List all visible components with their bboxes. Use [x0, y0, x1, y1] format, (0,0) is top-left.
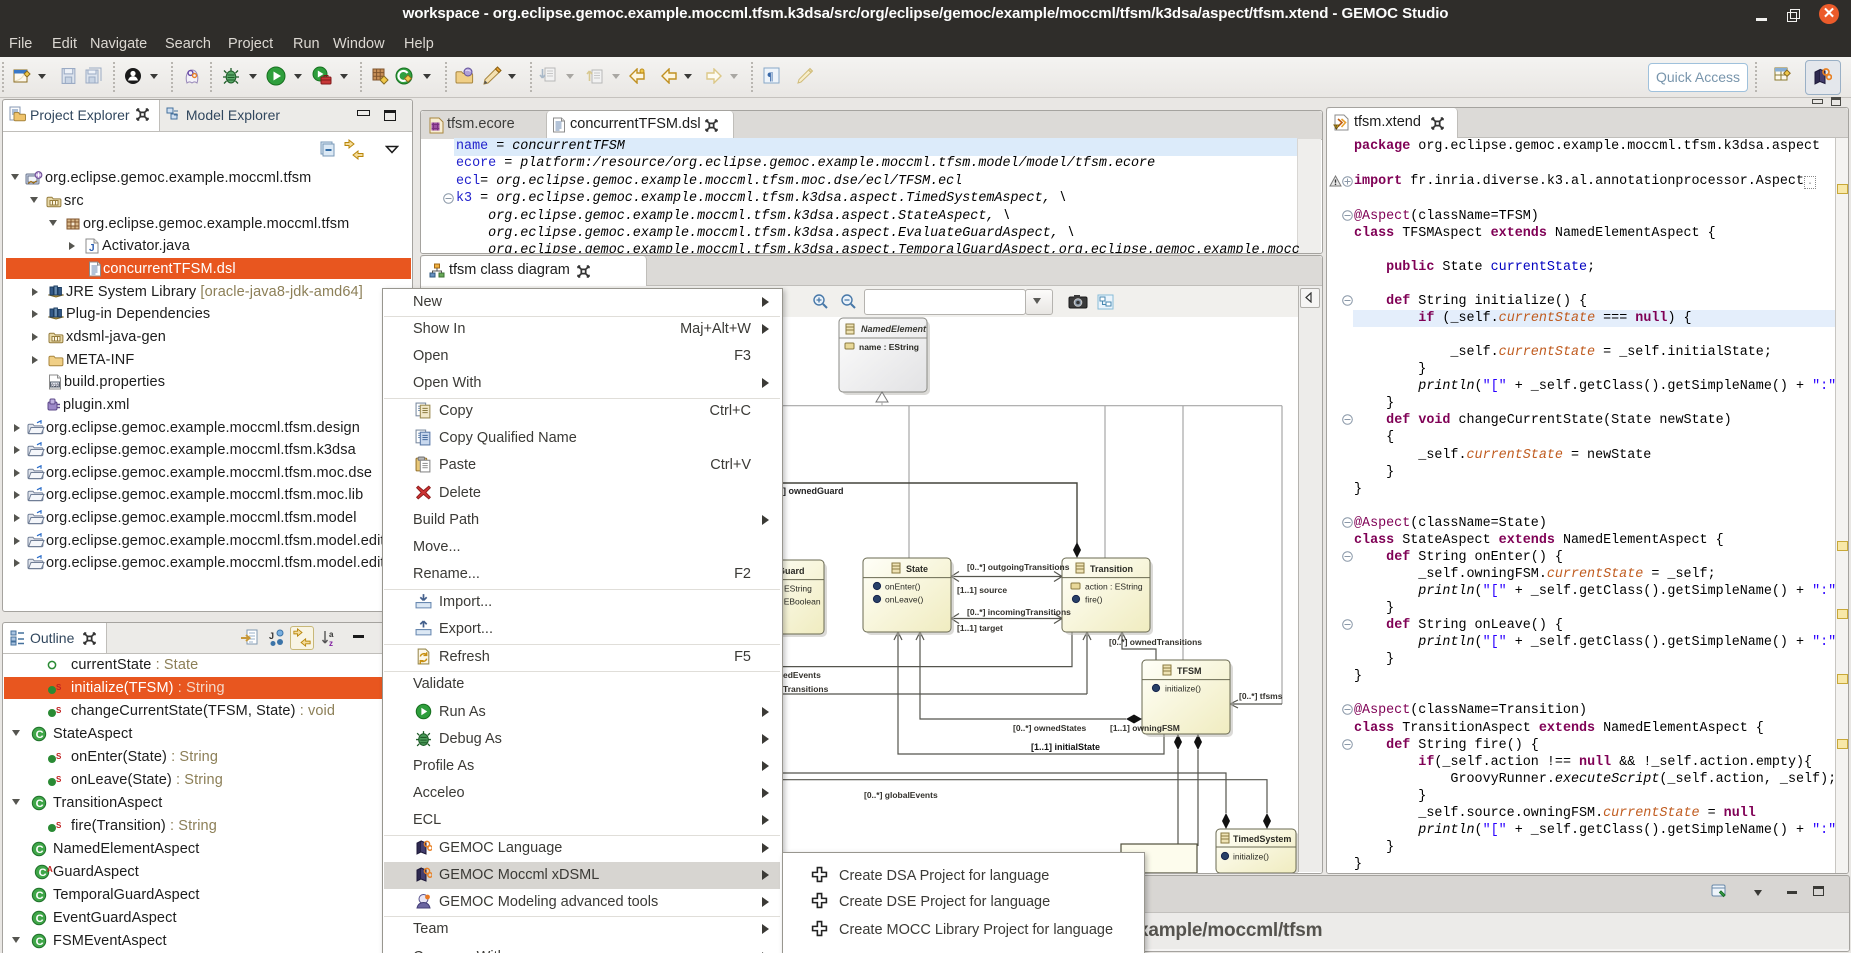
svg-text:z: z: [329, 639, 333, 647]
svg-text:S: S: [56, 706, 62, 715]
svg-text:onEnter(): onEnter(): [885, 582, 921, 592]
svg-text:EString: EString: [784, 584, 812, 594]
svg-text:[1..1] target: [1..1] target: [957, 623, 1003, 633]
svg-text:[0..*] tfsms: [0..*] tfsms: [1239, 691, 1283, 701]
svg-text:[0..*] ownedTransitions: [0..*] ownedTransitions: [1109, 637, 1202, 647]
svg-text:[1..1] owningFSM: [1..1] owningFSM: [1110, 723, 1180, 733]
svg-text:S: S: [56, 683, 62, 692]
svg-text:[0..*] outgoingTransitions: [0..*] outgoingTransitions: [967, 562, 1070, 572]
svg-text:NamedElement: NamedElement: [861, 324, 927, 334]
svg-text:[0..*] ownedStates: [0..*] ownedStates: [1013, 723, 1086, 733]
svg-text:S: S: [56, 775, 62, 784]
svg-text:onLeave(): onLeave(): [885, 595, 923, 605]
svg-text:J: J: [269, 631, 274, 641]
svg-text:fire(): fire(): [1085, 595, 1103, 605]
svg-text:edEvents: edEvents: [783, 670, 821, 680]
svg-text:S: S: [56, 821, 62, 830]
svg-text:[1..1] source: [1..1] source: [957, 585, 1007, 595]
svg-text:S: S: [56, 752, 62, 761]
svg-text:[1..1] initialState: [1..1] initialState: [1031, 742, 1100, 752]
svg-text:a: a: [329, 630, 334, 639]
svg-text:¶: ¶: [767, 69, 773, 83]
svg-text:name : EString: name : EString: [859, 342, 919, 352]
svg-text:Transition: Transition: [1090, 564, 1133, 574]
svg-text:initialize(): initialize(): [1165, 684, 1201, 694]
svg-text:State: State: [906, 564, 928, 574]
svg-text:] ownedGuard: ] ownedGuard: [783, 486, 844, 496]
svg-text:Transitions: Transitions: [783, 684, 829, 694]
svg-text:: EBoolean: : EBoolean: [779, 597, 821, 607]
svg-text:[0..*] globalEvents: [0..*] globalEvents: [864, 790, 938, 800]
svg-text:[0..*] incomingTransitions: [0..*] incomingTransitions: [967, 607, 1071, 617]
svg-text:TimedSystem: TimedSystem: [1233, 834, 1291, 844]
svg-text:action : EString: action : EString: [1085, 582, 1143, 592]
svg-text:!: !: [1335, 125, 1337, 131]
svg-text:initialize(): initialize(): [1233, 852, 1269, 862]
svg-text:TFSM: TFSM: [1177, 666, 1202, 676]
